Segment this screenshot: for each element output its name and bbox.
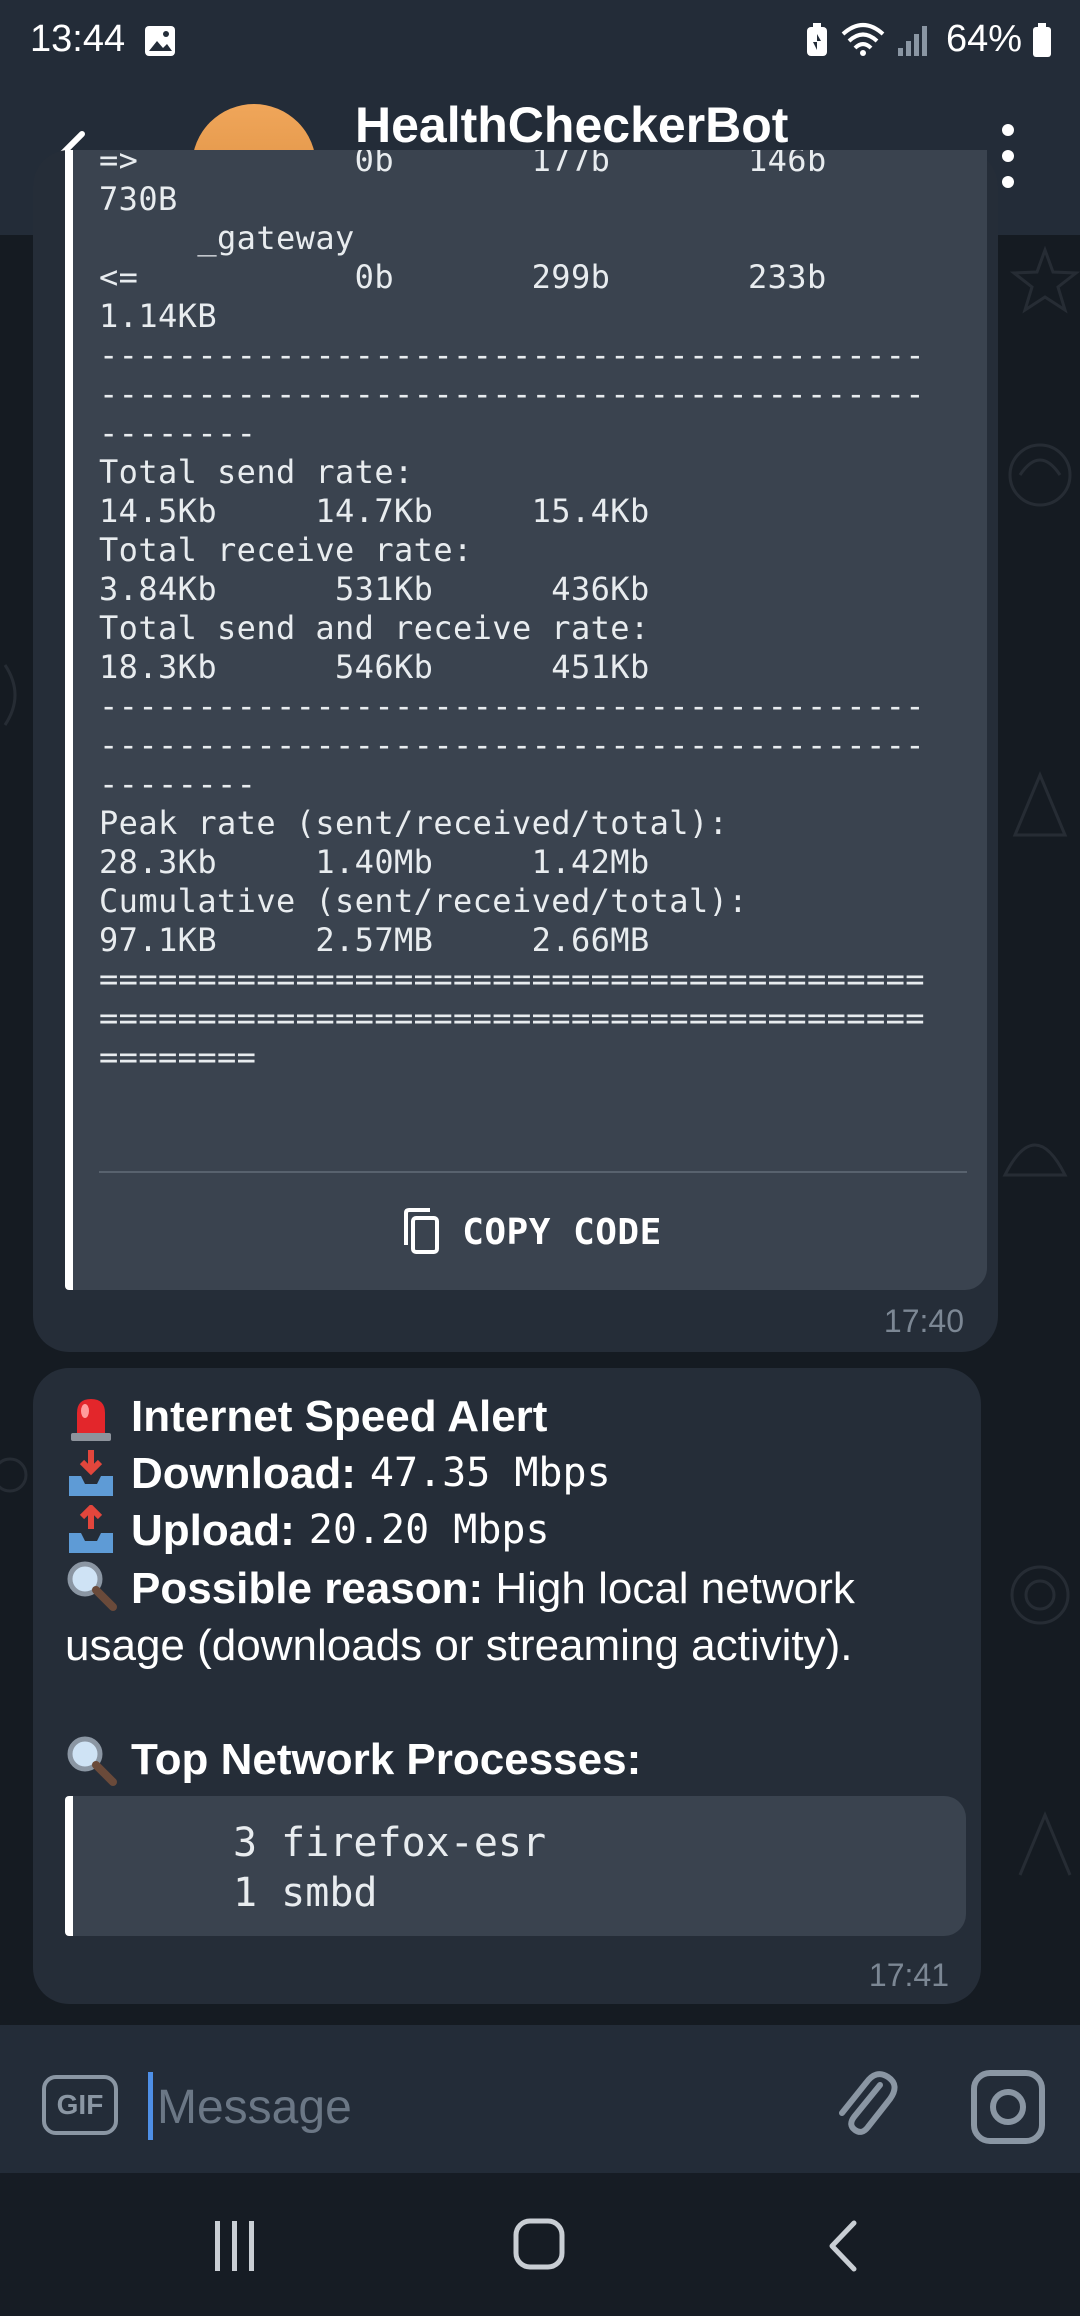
signal-icon bbox=[897, 25, 927, 56]
recents-icon[interactable] bbox=[210, 2219, 260, 2273]
status-time: 13:44 bbox=[30, 18, 126, 60]
message-input-bar: GIF bbox=[0, 2025, 1080, 2173]
message-time: 17:41 bbox=[868, 1957, 949, 1993]
processes-label: Top Network Processes: bbox=[131, 1735, 642, 1784]
message-bubble-code[interactable]: => 0b 177b 146b 730B _gateway <= 0b 299b… bbox=[33, 150, 998, 1352]
magnifier-emoji bbox=[67, 1736, 117, 1786]
upload-line: Upload: 20.20 Mbps bbox=[65, 1502, 965, 1559]
battery-saver-icon bbox=[806, 22, 827, 56]
siren-emoji bbox=[71, 1398, 111, 1441]
upload-label: Upload: bbox=[131, 1506, 295, 1555]
message-input[interactable] bbox=[155, 2067, 779, 2147]
message-bubble-alert[interactable]: Internet Speed Alert Download: 47.35 Mbp… bbox=[33, 1368, 981, 2004]
battery-percentage: 64% bbox=[945, 18, 1022, 60]
processes-text: 3 firefox-esr 1 smbd bbox=[233, 1820, 547, 1916]
reason-line: Possible reason: High local network usag… bbox=[65, 1559, 965, 1674]
alert-title: Internet Speed Alert bbox=[131, 1392, 548, 1441]
status-bar: 13:44 64% bbox=[0, 0, 1080, 80]
camera-icon[interactable] bbox=[970, 2069, 1046, 2145]
copy-code-button[interactable]: COPY CODE bbox=[73, 1190, 987, 1274]
chat-title[interactable]: HealthCheckerBot bbox=[355, 96, 788, 154]
processes-line: Top Network Processes: bbox=[65, 1731, 965, 1788]
battery-icon bbox=[1033, 22, 1051, 57]
attach-icon[interactable] bbox=[830, 2065, 900, 2145]
wifi-icon bbox=[841, 22, 885, 56]
system-nav-bar bbox=[0, 2173, 1080, 2316]
code-block[interactable]: => 0b 177b 146b 730B _gateway <= 0b 299b… bbox=[65, 150, 987, 1290]
inbox-emoji bbox=[69, 1449, 113, 1496]
download-line: Download: 47.35 Mbps bbox=[65, 1445, 965, 1502]
code-text: => 0b 177b 146b 730B _gateway <= 0b 299b… bbox=[99, 150, 925, 1076]
message-time: 17:40 bbox=[883, 1303, 964, 1339]
gif-icon[interactable]: GIF bbox=[42, 2075, 118, 2135]
alert-title-line: Internet Speed Alert bbox=[65, 1388, 965, 1445]
text-cursor bbox=[148, 2072, 153, 2140]
magnifier-emoji bbox=[67, 1561, 117, 1611]
status-icons: 64% bbox=[804, 18, 1052, 61]
copy-code-label: COPY CODE bbox=[462, 1211, 662, 1253]
processes-code-block[interactable]: 3 firefox-esr 1 smbd bbox=[65, 1796, 966, 1936]
divider bbox=[99, 1171, 967, 1173]
download-label: Download: bbox=[131, 1449, 356, 1498]
back-icon[interactable] bbox=[822, 2219, 862, 2273]
gallery-icon bbox=[145, 26, 175, 56]
reason-label: Possible reason: bbox=[131, 1564, 484, 1613]
download-value: 47.35 Mbps bbox=[369, 1450, 611, 1496]
home-icon[interactable] bbox=[512, 2217, 566, 2271]
copy-icon bbox=[404, 1208, 440, 1254]
alert-body: Internet Speed Alert Download: 47.35 Mbp… bbox=[65, 1388, 965, 1788]
outbox-emoji bbox=[69, 1504, 113, 1553]
upload-value: 20.20 Mbps bbox=[308, 1507, 550, 1553]
